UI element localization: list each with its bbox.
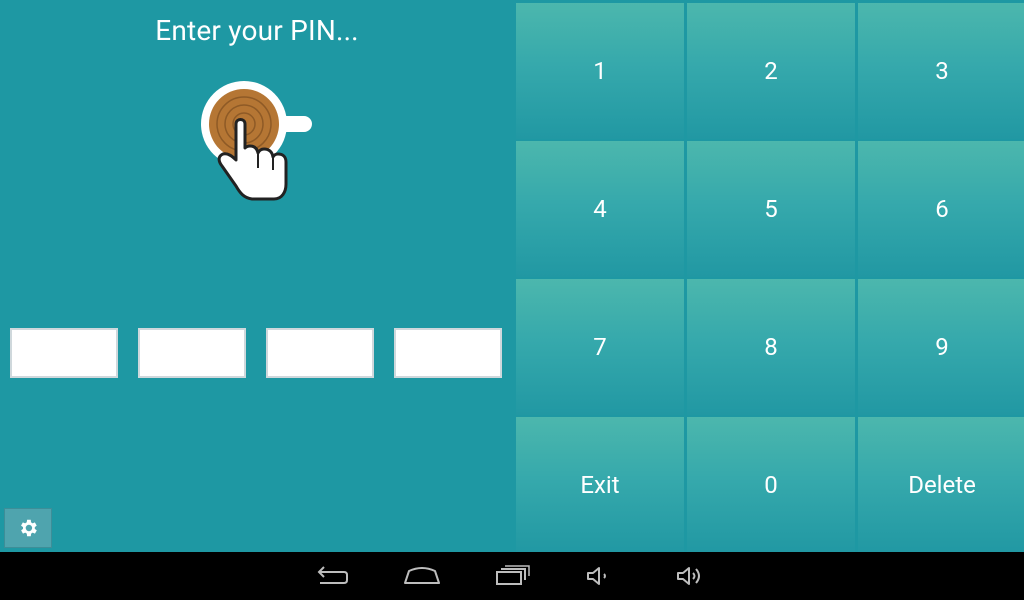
- key-3[interactable]: 3: [858, 3, 1024, 139]
- key-2[interactable]: 2: [687, 3, 855, 139]
- gear-icon: [21, 519, 37, 537]
- key-1[interactable]: 1: [516, 3, 684, 139]
- back-icon[interactable]: [314, 564, 350, 588]
- system-nav-bar: [0, 552, 1024, 600]
- page-title: Enter your PIN...: [155, 14, 359, 47]
- coffee-tap-logo: [201, 81, 312, 201]
- exit-button[interactable]: Exit: [516, 417, 684, 553]
- key-7[interactable]: 7: [516, 279, 684, 415]
- pin-digit-3[interactable]: [266, 328, 374, 378]
- settings-button[interactable]: [4, 508, 52, 548]
- pin-digit-1[interactable]: [10, 328, 118, 378]
- key-6[interactable]: 6: [858, 141, 1024, 277]
- pin-digit-2[interactable]: [138, 328, 246, 378]
- volume-up-icon[interactable]: [676, 564, 706, 588]
- key-5[interactable]: 5: [687, 141, 855, 277]
- home-icon[interactable]: [403, 564, 441, 588]
- key-4[interactable]: 4: [516, 141, 684, 277]
- delete-button[interactable]: Delete: [858, 417, 1024, 553]
- key-8[interactable]: 8: [687, 279, 855, 415]
- volume-down-icon[interactable]: [586, 564, 614, 588]
- key-0[interactable]: 0: [687, 417, 855, 553]
- key-9[interactable]: 9: [858, 279, 1024, 415]
- recent-apps-icon[interactable]: [495, 564, 531, 588]
- pin-digit-4[interactable]: [394, 328, 502, 378]
- keypad: 1 2 3 4 5 6 7 8 9 Exit 0 Delete: [514, 0, 1024, 553]
- pin-panel: Enter your PIN...: [0, 0, 514, 552]
